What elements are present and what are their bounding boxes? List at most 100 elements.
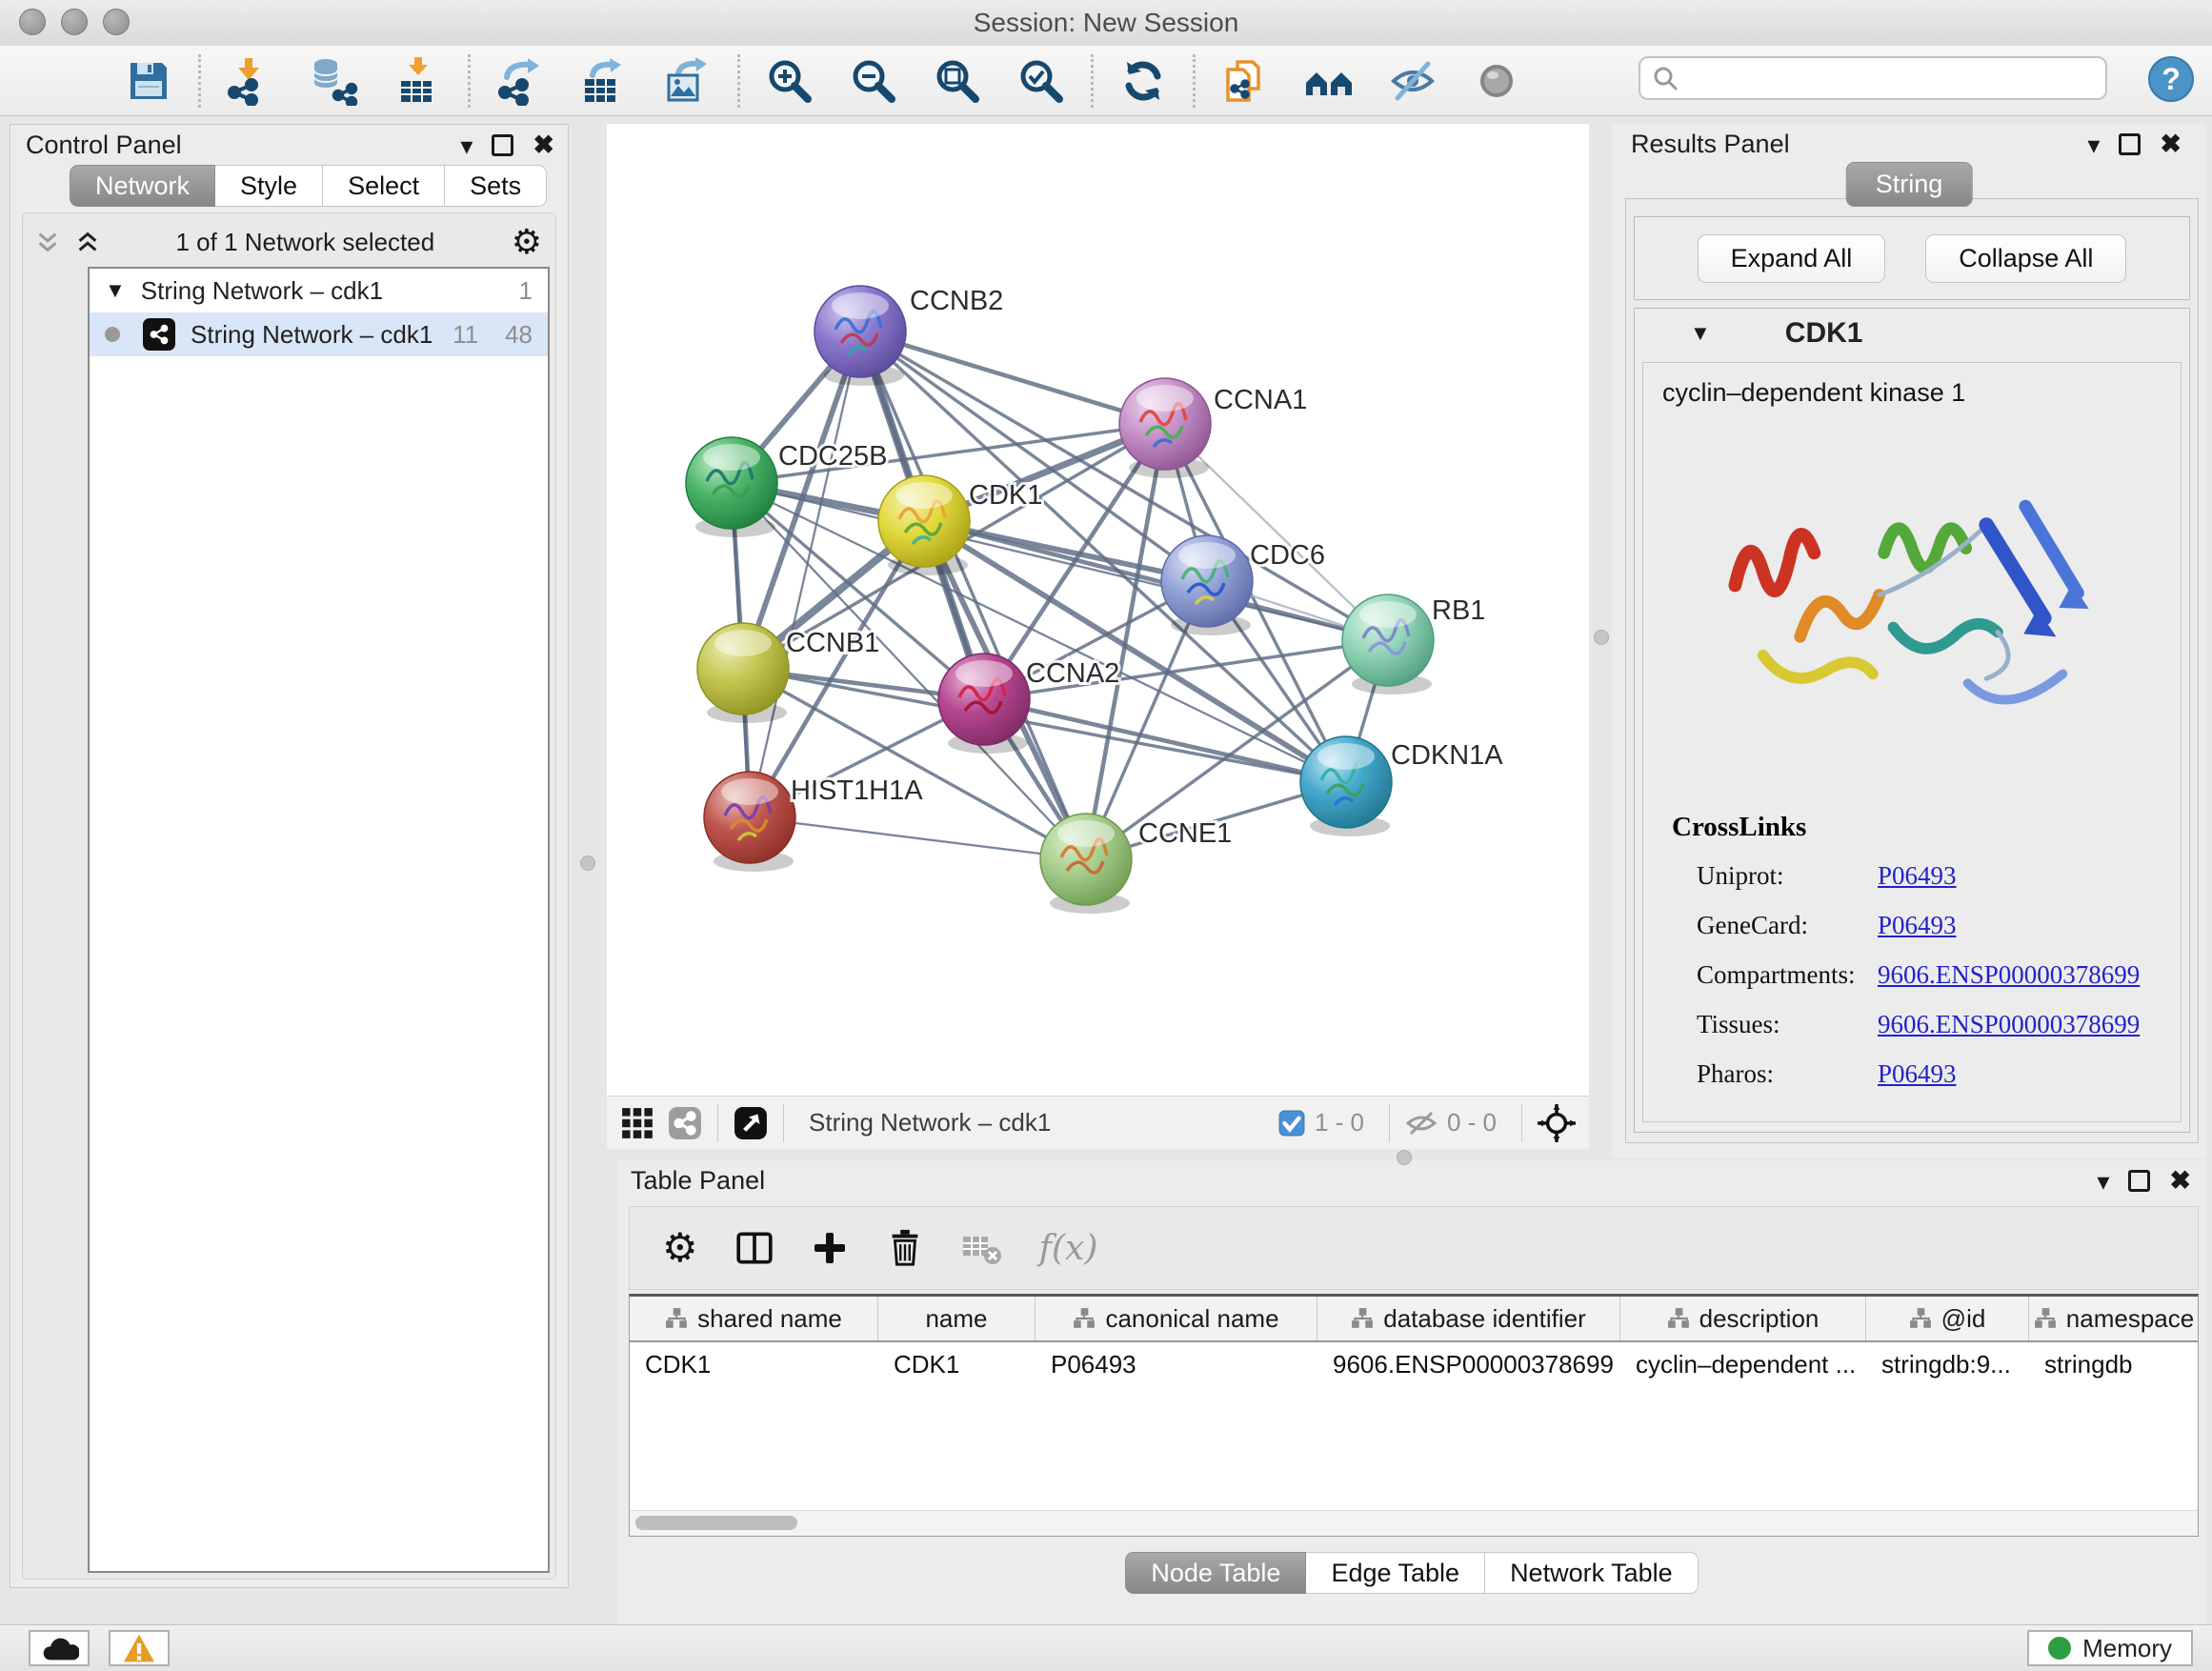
- table-cell[interactable]: stringdb:9...: [1866, 1342, 2029, 1386]
- collapse-all-icon[interactable]: [36, 231, 59, 253]
- network-canvas[interactable]: CCNB2CCNA1CDC25BCDK1CDC6RB1CCNB1CCNA2CDK…: [607, 124, 1589, 1096]
- tab-network[interactable]: Network: [70, 165, 215, 207]
- collapse-all-button[interactable]: Collapse All: [1925, 234, 2126, 283]
- table-cell[interactable]: P06493: [1036, 1342, 1317, 1386]
- show-columns-icon[interactable]: [734, 1228, 774, 1268]
- network-view-mode-icon[interactable]: [668, 1106, 702, 1140]
- right-splitter-handle[interactable]: [1594, 630, 1609, 645]
- import-network-file-button[interactable]: [209, 50, 292, 111]
- zoom-in-button[interactable]: [748, 50, 832, 111]
- network-collection-row[interactable]: ▼ String Network – cdk1 1: [90, 269, 548, 312]
- export-network-button[interactable]: [478, 50, 562, 111]
- network-edge[interactable]: [750, 817, 1086, 859]
- network-edge[interactable]: [743, 669, 1086, 859]
- column-header[interactable]: @id: [1866, 1297, 2029, 1340]
- column-header[interactable]: database identifier: [1317, 1297, 1620, 1340]
- results-panel-close-icon[interactable]: ✖: [2160, 131, 2182, 157]
- table-cell[interactable]: CDK1: [630, 1342, 878, 1386]
- network-node-RB1[interactable]: [1342, 594, 1434, 695]
- help-button[interactable]: ?: [2147, 55, 2195, 103]
- zoom-out-button[interactable]: [832, 50, 915, 111]
- network-node-CDC6[interactable]: [1161, 535, 1253, 635]
- network-edge[interactable]: [924, 521, 1388, 640]
- open-session-button[interactable]: [23, 50, 107, 111]
- column-header[interactable]: name: [878, 1297, 1036, 1340]
- column-header[interactable]: description: [1620, 1297, 1866, 1340]
- network-node-CCNE1[interactable]: [1040, 814, 1132, 914]
- expand-all-button[interactable]: Expand All: [1698, 234, 1886, 283]
- table-options-gear-icon[interactable]: ⚙: [662, 1228, 698, 1268]
- tab-sets[interactable]: Sets: [445, 165, 547, 207]
- tab-style[interactable]: Style: [215, 165, 323, 207]
- crosslink-link[interactable]: P06493: [1878, 851, 1957, 900]
- import-network-database-button[interactable]: [292, 50, 376, 111]
- refresh-view-button[interactable]: [1101, 50, 1185, 111]
- grid-mode-icon[interactable]: [620, 1106, 654, 1140]
- control-panel-close-icon[interactable]: ✖: [533, 132, 554, 158]
- network-node-CCNB1[interactable]: [697, 623, 789, 723]
- cloud-button[interactable]: [29, 1630, 90, 1666]
- network-node-CDC25B[interactable]: [686, 437, 777, 537]
- export-image-button[interactable]: [646, 50, 730, 111]
- crosslink-link[interactable]: P06493: [1878, 900, 1957, 950]
- bottom-splitter-handle[interactable]: [1397, 1150, 1412, 1165]
- network-node-CDK1[interactable]: [878, 475, 970, 575]
- toolbar-search[interactable]: [1639, 56, 2107, 100]
- table-cell[interactable]: CDK1: [878, 1342, 1036, 1386]
- network-row[interactable]: String Network – cdk1 11 48: [90, 312, 548, 356]
- table-horizontal-scrollbar[interactable]: [630, 1510, 2198, 1536]
- table-panel-close-icon[interactable]: ✖: [2169, 1168, 2191, 1194]
- crosslink-link[interactable]: P06493: [1878, 1049, 1957, 1098]
- hidden-eye-icon[interactable]: [1405, 1109, 1438, 1137]
- network-edge[interactable]: [750, 332, 860, 817]
- network-node-CDKN1A[interactable]: [1300, 736, 1392, 836]
- tab-node-table[interactable]: Node Table: [1125, 1552, 1306, 1594]
- left-splitter-handle[interactable]: [580, 856, 595, 871]
- import-table-file-button[interactable]: [376, 50, 460, 111]
- network-node-CCNA1[interactable]: [1119, 378, 1211, 478]
- column-header[interactable]: shared name: [630, 1297, 878, 1340]
- network-edge[interactable]: [1086, 424, 1165, 859]
- clone-network-button[interactable]: [1203, 50, 1287, 111]
- delete-column-icon[interactable]: [885, 1228, 925, 1268]
- column-header[interactable]: canonical name: [1036, 1297, 1317, 1340]
- node-table[interactable]: shared namenamecanonical namedatabase id…: [629, 1294, 2199, 1537]
- table-cell[interactable]: 9606.ENSP00000378699: [1317, 1342, 1620, 1386]
- table-cell[interactable]: cyclin–dependent ...: [1620, 1342, 1866, 1386]
- table-panel-float-icon[interactable]: [2128, 1170, 2150, 1192]
- network-node-CCNA2[interactable]: [938, 654, 1030, 754]
- birdseye-view-icon[interactable]: [734, 1106, 768, 1140]
- memory-button[interactable]: Memory: [2027, 1630, 2193, 1666]
- scrollbar-thumb[interactable]: [635, 1516, 797, 1530]
- network-options-gear-icon[interactable]: ⚙: [512, 225, 542, 259]
- network-node-HIST1H1A[interactable]: [704, 772, 795, 872]
- network-edge[interactable]: [860, 332, 1165, 424]
- network-node-CCNB2[interactable]: [814, 286, 906, 386]
- zoom-fit-button[interactable]: [915, 50, 999, 111]
- crosslink-link[interactable]: 9606.ENSP00000378699: [1878, 999, 2140, 1049]
- zoom-selected-button[interactable]: [999, 50, 1083, 111]
- gene-expand-icon[interactable]: ▼: [1690, 321, 1711, 346]
- crosshair-icon[interactable]: [1538, 1104, 1576, 1142]
- crosslink-link[interactable]: 9606.ENSP00000378699: [1878, 950, 2140, 999]
- table-cell[interactable]: stringdb: [2029, 1342, 2199, 1386]
- results-panel-float-icon[interactable]: [2119, 133, 2141, 155]
- tab-select[interactable]: Select: [323, 165, 445, 207]
- tab-string[interactable]: String: [1846, 162, 1973, 207]
- show-all-button[interactable]: [1455, 50, 1538, 111]
- tab-network-table[interactable]: Network Table: [1485, 1552, 1699, 1594]
- results-panel-menu-icon[interactable]: ▾: [2087, 132, 2100, 157]
- tab-edge-table[interactable]: Edge Table: [1306, 1552, 1485, 1594]
- add-column-icon[interactable]: [811, 1229, 849, 1267]
- control-panel-float-icon[interactable]: [492, 134, 513, 156]
- save-session-button[interactable]: [107, 50, 191, 111]
- expand-all-icon[interactable]: [76, 231, 99, 253]
- string-home-button[interactable]: [1287, 50, 1371, 111]
- warnings-button[interactable]: [109, 1630, 170, 1666]
- selected-checkbox-icon[interactable]: [1278, 1110, 1305, 1137]
- export-table-button[interactable]: [562, 50, 646, 111]
- table-row[interactable]: CDK1CDK1P064939606.ENSP00000378699cyclin…: [630, 1342, 2198, 1386]
- table-panel-menu-icon[interactable]: ▾: [2097, 1169, 2109, 1194]
- control-panel-menu-icon[interactable]: ▾: [460, 133, 473, 158]
- column-header[interactable]: namespace: [2029, 1297, 2199, 1340]
